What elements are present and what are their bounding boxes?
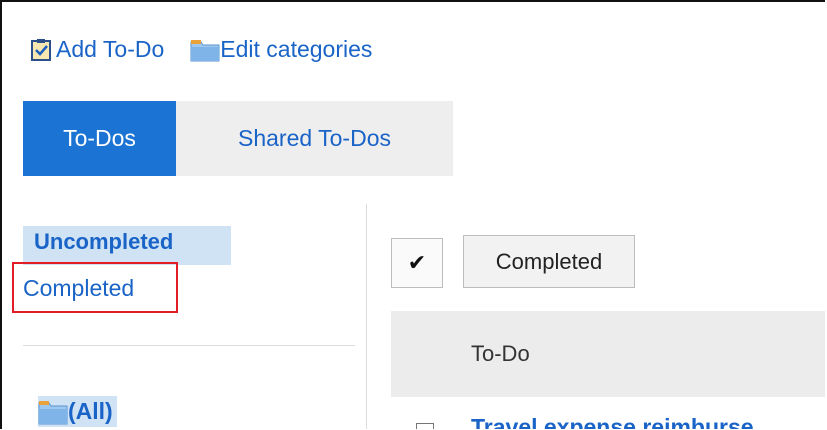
edit-categories-label: Edit categories xyxy=(220,36,373,62)
checkmark-icon: ✔ xyxy=(407,250,427,275)
tab-todos-label: To-Dos xyxy=(63,125,136,151)
table-header: To-Do xyxy=(391,311,825,397)
column-header-todo: To-Do xyxy=(471,341,530,366)
add-todo-label: Add To-Do xyxy=(56,36,165,62)
sidebar-separator xyxy=(23,345,355,346)
folder-icon xyxy=(38,399,68,425)
sidebar-divider xyxy=(366,204,367,429)
edit-categories-link[interactable]: Edit categories xyxy=(190,36,372,63)
select-all-button[interactable]: ✔ xyxy=(391,238,443,288)
checklist-icon xyxy=(30,38,52,62)
tab-shared-todos-label: Shared To-Dos xyxy=(238,125,391,151)
todo-title-link[interactable]: Travel expense reimburse xyxy=(471,414,754,429)
mark-completed-button[interactable]: Completed xyxy=(463,235,635,288)
toolbar: Add To-Do Edit categories xyxy=(30,36,372,63)
row-checkbox[interactable] xyxy=(416,423,434,429)
category-all-highlight: (All) xyxy=(38,396,117,427)
filter-uncompleted[interactable]: Uncompleted xyxy=(23,226,231,265)
filter-completed[interactable]: Completed xyxy=(12,262,178,313)
filter-uncompleted-label: Uncompleted xyxy=(34,229,174,254)
todo-panel: Add To-Do Edit categories To-Dos Shared … xyxy=(0,0,825,429)
filter-completed-label: Completed xyxy=(23,275,135,301)
tab-todos[interactable]: To-Dos xyxy=(23,101,176,176)
add-todo-link[interactable]: Add To-Do xyxy=(30,36,164,63)
tab-shared-todos[interactable]: Shared To-Dos xyxy=(176,101,453,176)
tab-bar: To-Dos Shared To-Dos xyxy=(23,101,453,176)
category-all[interactable]: (All) xyxy=(38,396,117,427)
folder-icon xyxy=(190,38,220,62)
category-all-label: (All) xyxy=(68,398,113,424)
mark-completed-label: Completed xyxy=(495,248,603,274)
